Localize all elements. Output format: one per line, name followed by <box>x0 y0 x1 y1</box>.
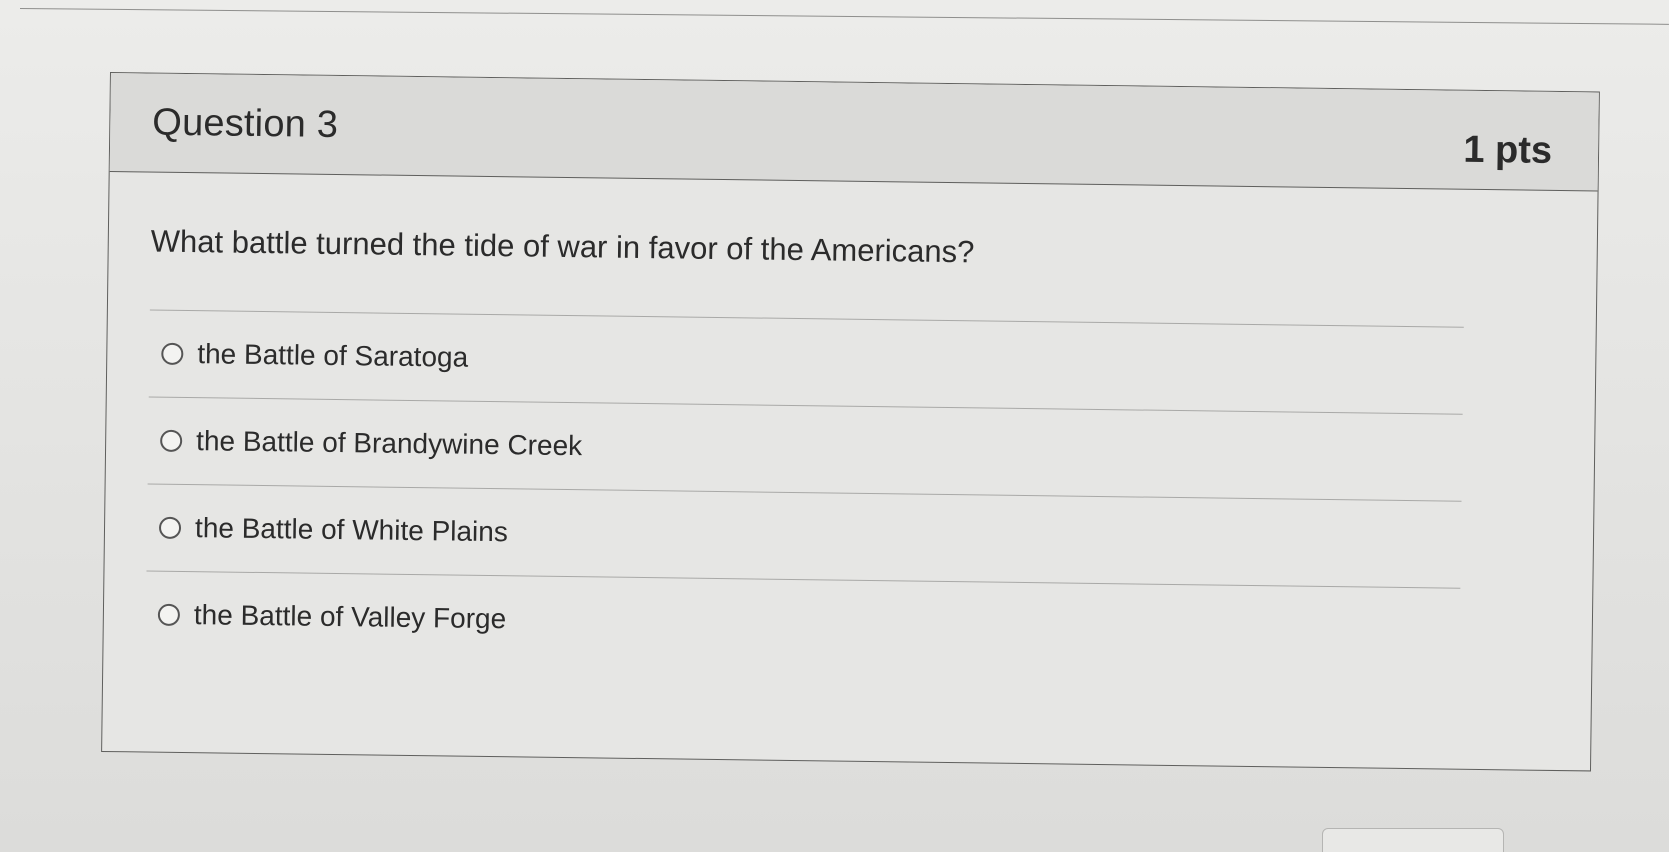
answer-option-brandywine-creek[interactable]: the Battle of Brandywine Creek <box>147 397 1463 502</box>
answer-label: the Battle of Brandywine Creek <box>195 425 583 462</box>
radio-button[interactable] <box>160 429 183 452</box>
answer-list: the Battle of Saratoga the Battle of Bra… <box>145 309 1464 675</box>
radio-button[interactable] <box>158 516 182 539</box>
answer-option-white-plains[interactable]: the Battle of White Plains <box>146 484 1462 589</box>
answer-option-saratoga[interactable]: the Battle of Saratoga <box>148 310 1464 415</box>
question-title: Question 3 <box>152 101 339 146</box>
answer-label: the Battle of White Plains <box>194 512 509 548</box>
question-points: 1 pts <box>1463 128 1553 172</box>
next-button[interactable] <box>1322 828 1504 852</box>
question-card: Question 3 1 pts What battle turned the … <box>101 72 1600 772</box>
answer-label: the Battle of Saratoga <box>197 338 469 373</box>
radio-button[interactable] <box>161 342 184 365</box>
answer-option-valley-forge[interactable]: the Battle of Valley Forge <box>145 572 1460 675</box>
question-text: What battle turned the tide of war in fa… <box>150 223 975 270</box>
question-header: Question 3 1 pts <box>109 73 1599 192</box>
radio-button[interactable] <box>157 603 181 626</box>
page: Question 3 1 pts What battle turned the … <box>0 0 1669 852</box>
top-divider <box>19 8 1669 25</box>
answer-label: the Battle of Valley Forge <box>193 599 507 635</box>
